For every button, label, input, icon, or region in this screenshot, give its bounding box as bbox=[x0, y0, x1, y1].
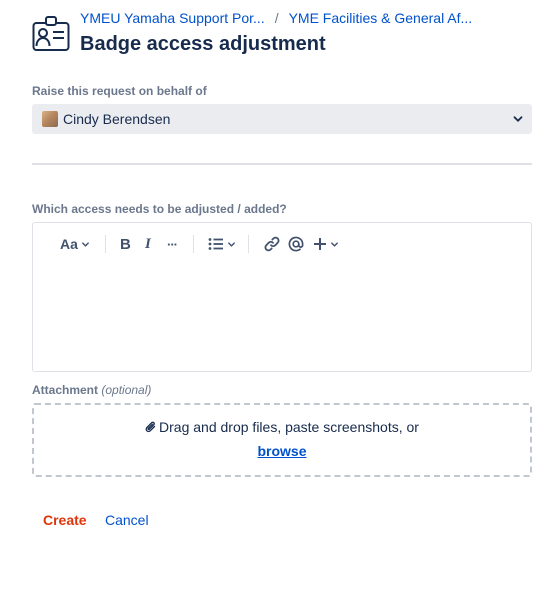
toolbar-separator bbox=[193, 235, 194, 253]
bullet-list-icon bbox=[208, 238, 223, 250]
bold-button[interactable]: B bbox=[120, 233, 131, 255]
bold-label: B bbox=[120, 235, 131, 253]
editor-content[interactable] bbox=[45, 267, 519, 361]
chevron-down-icon bbox=[513, 116, 523, 122]
insert-link-button[interactable] bbox=[264, 233, 280, 255]
request-header: YMEU Yamaha Support Por... / YME Facilitie… bbox=[32, 10, 532, 62]
italic-label: I bbox=[145, 235, 151, 252]
list-button[interactable] bbox=[208, 233, 236, 255]
toolbar-separator bbox=[105, 235, 106, 253]
chevron-down-icon bbox=[331, 241, 338, 247]
paperclip-icon bbox=[145, 421, 156, 433]
attachment-label: Attachment (optional) bbox=[32, 383, 151, 397]
id-badge-icon bbox=[32, 16, 70, 51]
access-editor[interactable]: Aa B I ··· bbox=[32, 222, 532, 372]
attachment-dropzone[interactable]: Drag and drop files, paste screenshots, … bbox=[32, 403, 532, 477]
breadcrumb-request-type-link[interactable]: YME Facilities & General Af... bbox=[289, 10, 473, 26]
chevron-down-icon bbox=[81, 241, 89, 247]
attachment-optional-text: (optional) bbox=[101, 383, 152, 397]
at-mention-icon bbox=[288, 236, 304, 252]
breadcrumb-separator: / bbox=[274, 10, 279, 26]
create-button[interactable]: Create bbox=[43, 512, 87, 528]
text-style-button[interactable]: Aa bbox=[60, 233, 90, 255]
italic-button[interactable]: I bbox=[145, 233, 151, 255]
section-divider bbox=[32, 163, 532, 165]
dropzone-text: Drag and drop files, paste screenshots, … bbox=[159, 419, 419, 435]
browse-link[interactable]: browse bbox=[257, 443, 306, 459]
access-field-label: Which access needs to be adjusted / adde… bbox=[32, 202, 287, 216]
cancel-button[interactable]: Cancel bbox=[105, 512, 149, 528]
on-behalf-selected-value: Cindy Berendsen bbox=[63, 111, 171, 127]
on-behalf-select[interactable]: Cindy Berendsen bbox=[32, 104, 532, 134]
insert-more-button[interactable] bbox=[313, 233, 339, 255]
avatar bbox=[42, 111, 58, 127]
text-style-label: Aa bbox=[60, 236, 78, 252]
more-formatting-label: ··· bbox=[167, 236, 178, 252]
toolbar-separator bbox=[248, 235, 249, 253]
on-behalf-label: Raise this request on behalf of bbox=[32, 84, 207, 98]
plus-icon bbox=[314, 238, 326, 250]
more-formatting-button[interactable]: ··· bbox=[167, 233, 178, 255]
link-icon bbox=[264, 236, 280, 252]
breadcrumb-portal-link[interactable]: YMEU Yamaha Support Por... bbox=[80, 10, 265, 26]
attachment-label-text: Attachment bbox=[32, 383, 99, 397]
page-title: Badge access adjustment bbox=[80, 33, 326, 55]
breadcrumb: YMEU Yamaha Support Por... / YME Facilitie… bbox=[80, 10, 472, 26]
mention-button[interactable] bbox=[288, 233, 304, 255]
chevron-down-icon bbox=[228, 241, 235, 247]
